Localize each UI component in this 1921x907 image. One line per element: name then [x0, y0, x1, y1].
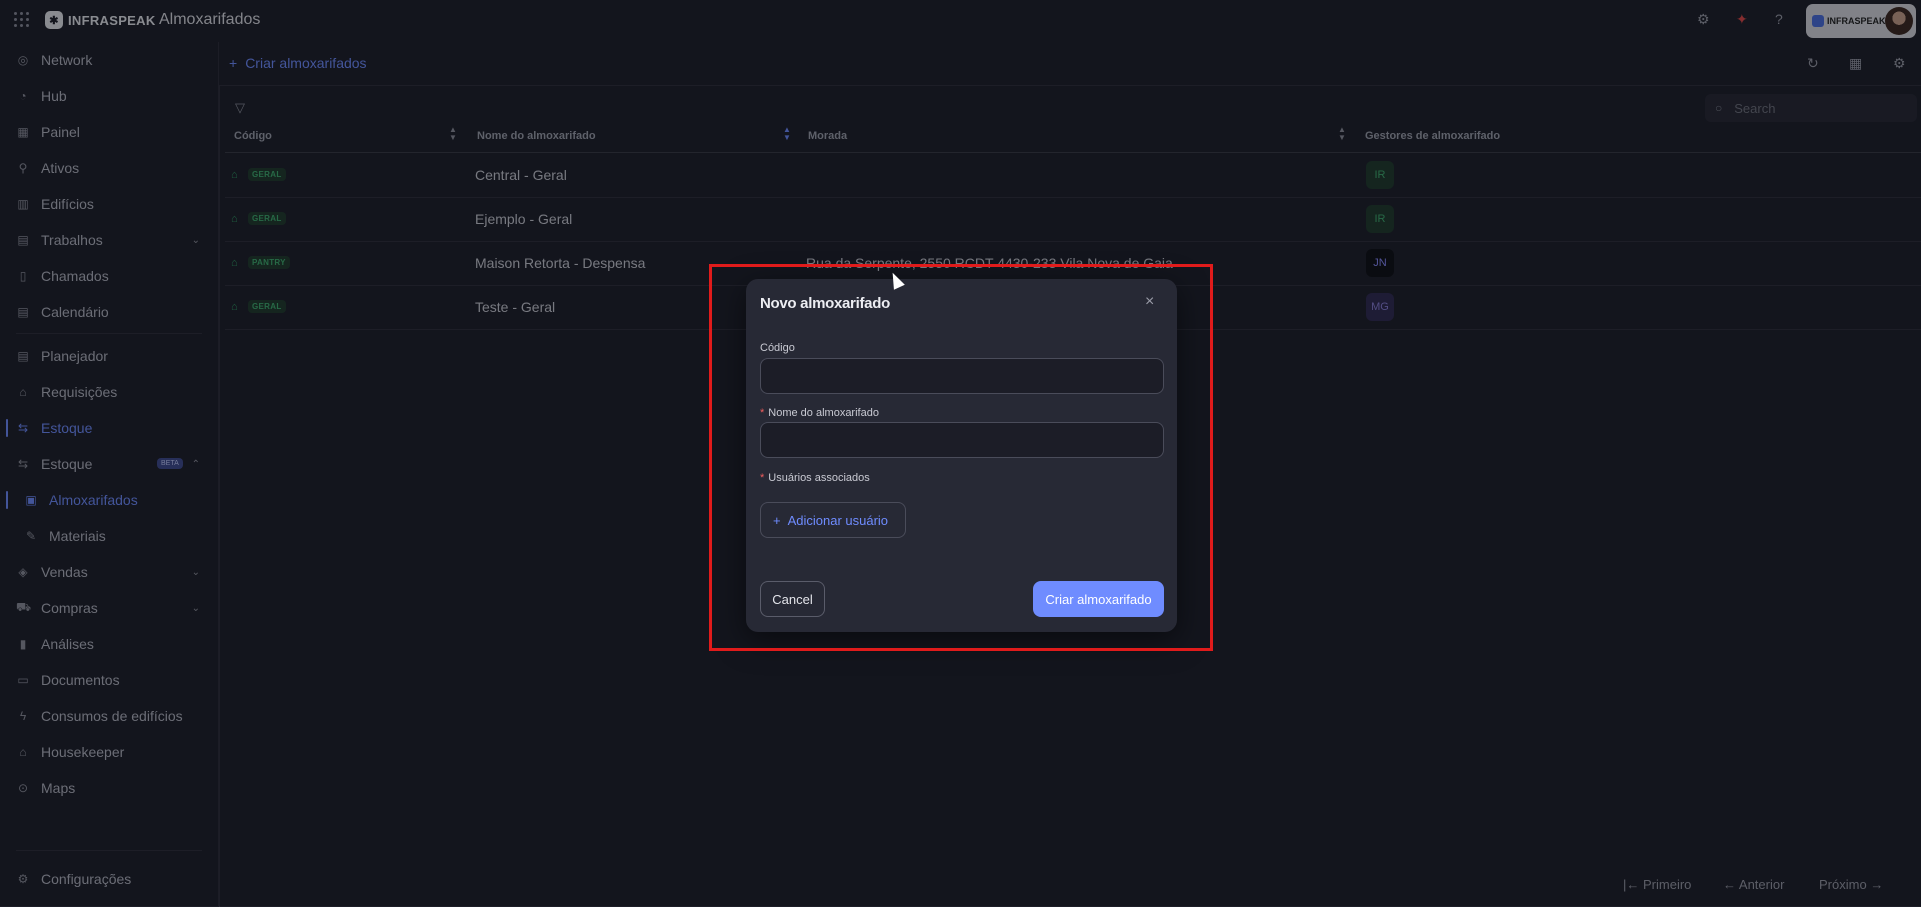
highlight-box — [709, 264, 1213, 651]
